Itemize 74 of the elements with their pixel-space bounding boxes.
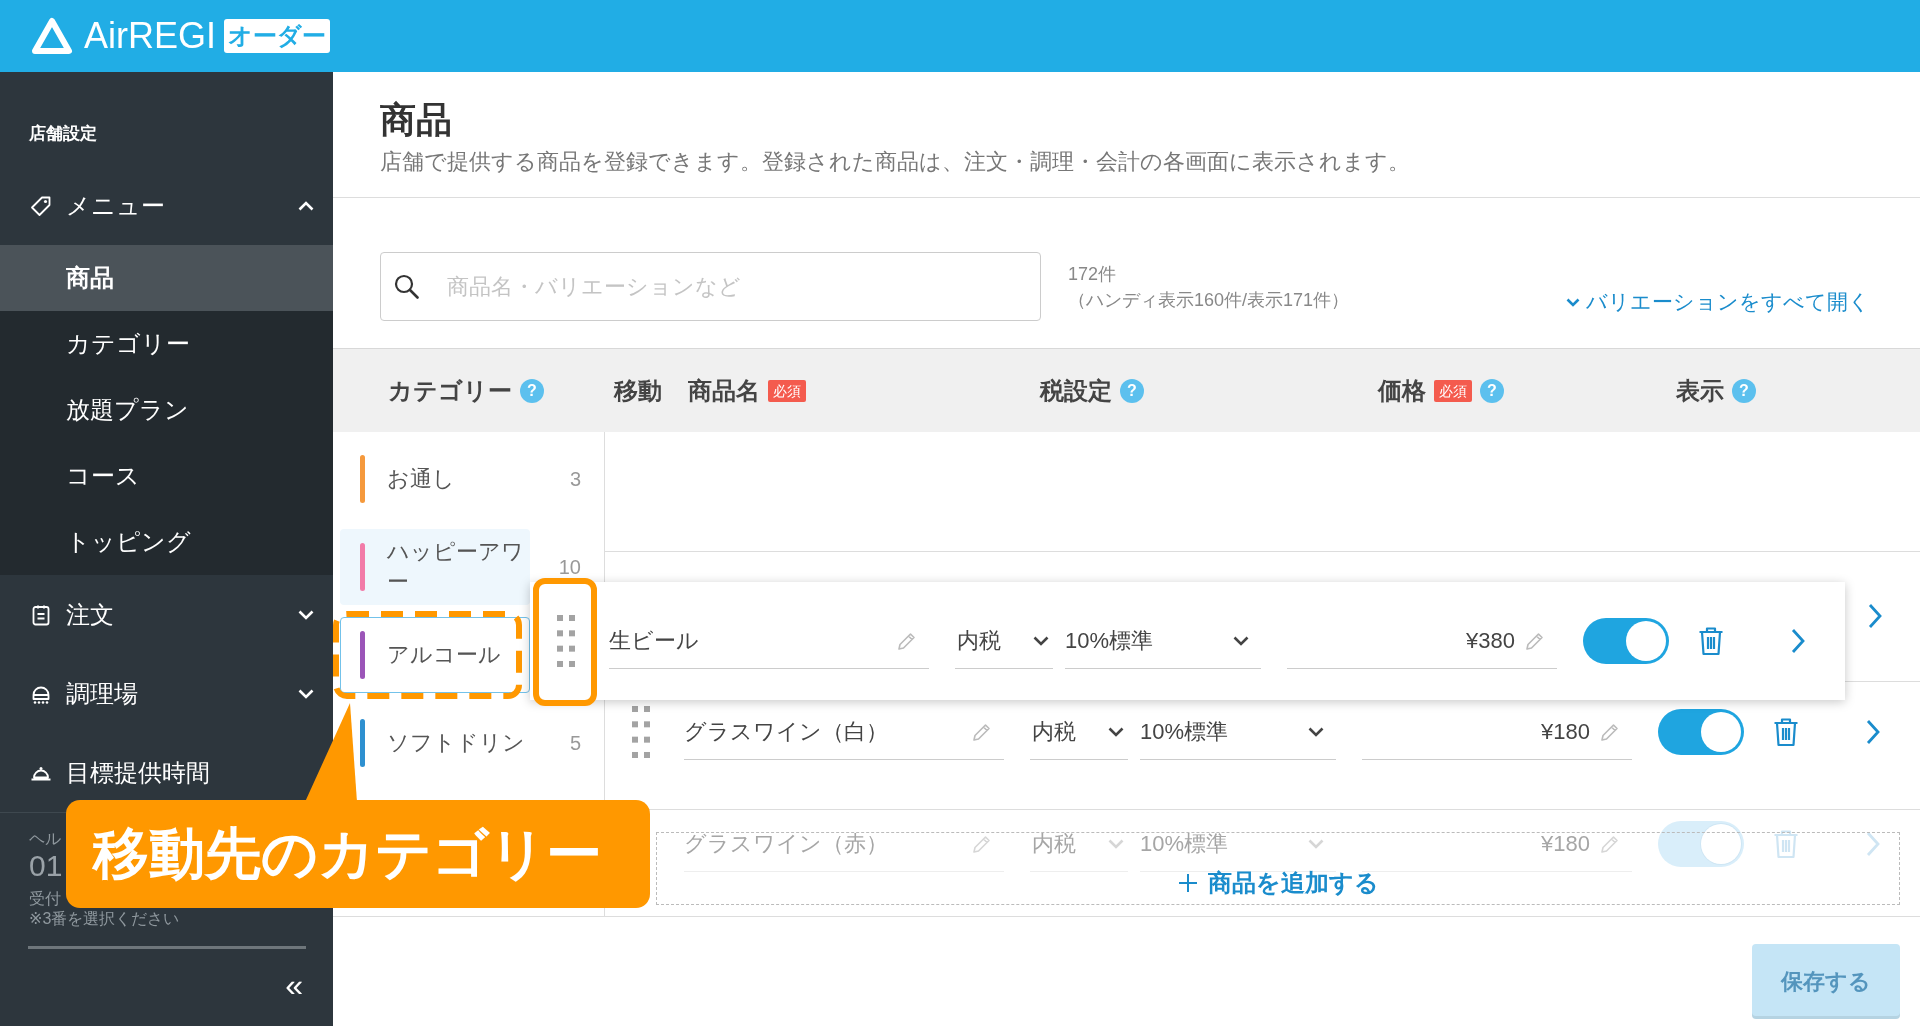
- chevron-down-icon: [1108, 726, 1124, 737]
- expand-all-link[interactable]: バリエーションをすべて開く: [1566, 289, 1870, 315]
- help-note: ※3番を選択ください: [29, 909, 180, 929]
- tax-type-select[interactable]: 内税: [955, 613, 1053, 669]
- tax-rate-select[interactable]: 10%標準: [1140, 704, 1336, 760]
- drag-handle-icon[interactable]: [632, 706, 650, 758]
- chevron-down-icon: [1108, 838, 1124, 849]
- pencil-icon: [972, 721, 992, 742]
- nav-subitem[interactable]: 放題プラン: [0, 377, 333, 443]
- plus-icon: [1177, 873, 1198, 893]
- column-header: カテゴリー: [388, 375, 512, 406]
- category-item[interactable]: お通し: [340, 441, 530, 517]
- drag-handle-icon[interactable]: [557, 615, 575, 667]
- column-header: 税設定: [1040, 375, 1112, 406]
- result-count: 172件: [1068, 262, 1117, 286]
- price-field[interactable]: ¥180: [1362, 704, 1632, 760]
- pencil-icon: [972, 833, 992, 854]
- chevron-down-icon: [1566, 297, 1580, 307]
- visibility-toggle[interactable]: [1658, 709, 1744, 755]
- column-header: 移動: [614, 375, 662, 406]
- help-phone: 01: [29, 849, 63, 883]
- nav-subitem[interactable]: 商品: [0, 245, 333, 311]
- tax-rate-select[interactable]: 10%標準: [1065, 613, 1261, 669]
- nav-subitem[interactable]: カテゴリー: [0, 311, 333, 377]
- product-name-field[interactable]: グラスワイン（白）: [684, 704, 1004, 760]
- price-field[interactable]: ¥380: [1287, 613, 1557, 669]
- pencil-icon: [1525, 630, 1545, 651]
- tag-icon: [30, 194, 52, 217]
- page-description: 店舗で提供する商品を登録できます。登録された商品は、注文・調理・会計の各画面に表示されます。: [380, 148, 1410, 176]
- trash-icon[interactable]: [1698, 626, 1724, 656]
- chevron-down-icon: [1308, 726, 1324, 737]
- category-item[interactable]: ソフトドリン: [340, 705, 530, 781]
- item-count: 3: [569, 467, 581, 491]
- chevron-right-icon[interactable]: [1868, 603, 1882, 629]
- column-header: 表示: [1676, 375, 1724, 406]
- section-label: 店舗設定: [29, 124, 97, 144]
- product-name-field[interactable]: 生ビール: [609, 613, 929, 669]
- tax-type-select[interactable]: 内税: [1030, 704, 1128, 760]
- chevron-right-icon[interactable]: [1791, 628, 1805, 654]
- category-item[interactable]: アルコール: [340, 617, 530, 693]
- visibility-toggle[interactable]: [1658, 821, 1744, 867]
- logo-badge: オーダー: [224, 19, 330, 53]
- required-badge: 必須: [1434, 379, 1472, 402]
- chevron-right-icon[interactable]: [1866, 719, 1880, 745]
- nav-subitem[interactable]: コース: [0, 443, 333, 509]
- nav-item[interactable]: メニュー: [0, 178, 333, 233]
- page-title: 商品: [380, 98, 452, 142]
- pencil-icon: [897, 630, 917, 651]
- item-count: 10: [558, 555, 581, 579]
- help-title: ヘル: [29, 829, 61, 849]
- nav-item[interactable]: 目標提供時間: [0, 745, 333, 800]
- collapse-button[interactable]: «: [285, 969, 303, 1001]
- nav-subitem[interactable]: トッピング: [0, 509, 333, 575]
- nav-item[interactable]: 注文: [0, 587, 333, 642]
- chevron-down-icon: [1233, 635, 1249, 646]
- logo-text: AirREGI: [84, 16, 216, 56]
- pencil-icon: [1600, 833, 1620, 854]
- chevron-down-icon: [1033, 635, 1049, 646]
- clipboard-icon: [30, 603, 52, 626]
- nav-item[interactable]: 調理場: [0, 666, 333, 721]
- result-count-detail: （ハンディ表示160件/表示171件）: [1068, 288, 1350, 312]
- column-header: 価格: [1378, 375, 1426, 406]
- category-item[interactable]: ハッピーアワー: [340, 529, 530, 605]
- logo-icon: [30, 16, 74, 56]
- search-icon: [394, 274, 419, 299]
- pencil-icon: [1600, 721, 1620, 742]
- help-hours: 受付: [29, 889, 61, 909]
- trash-icon[interactable]: [1773, 717, 1799, 747]
- column-header: 商品名: [688, 375, 760, 406]
- search-field[interactable]: 商品名・バリエーションなど: [380, 252, 1041, 321]
- item-count: 5: [569, 731, 581, 755]
- visibility-toggle[interactable]: [1583, 618, 1669, 664]
- required-badge: 必須: [768, 379, 806, 402]
- chevron-down-icon: [1308, 838, 1324, 849]
